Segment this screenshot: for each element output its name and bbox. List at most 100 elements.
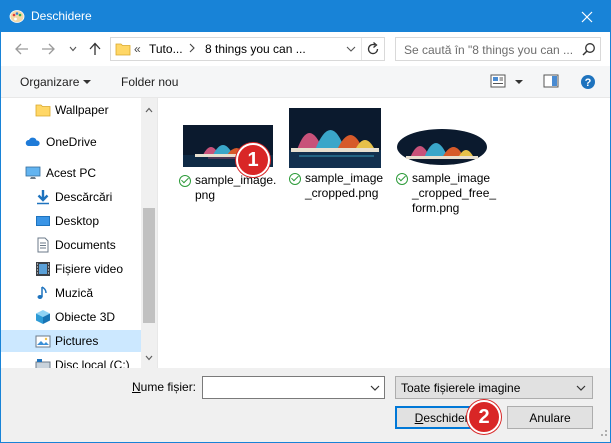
title-bar: Deschidere — [1, 1, 610, 32]
navigation-scrollbar[interactable] — [141, 98, 157, 368]
sidebar-item-onedrive[interactable]: OneDrive — [1, 131, 141, 153]
file-type-select[interactable]: Toate fișierele imagine — [395, 376, 593, 399]
sidebar-item-local-disk[interactable]: Disc local (C:) — [1, 354, 141, 368]
file-list: sample_image. png sample_image _cropped.… — [158, 98, 610, 368]
desktop-icon — [35, 213, 51, 229]
filename-label: Nume fișier: — [132, 380, 197, 394]
new-folder-button[interactable]: Folder nou — [121, 75, 178, 89]
computer-icon — [25, 165, 41, 181]
annotation-badge-1: 1 — [236, 143, 270, 177]
view-layout-icon — [490, 74, 506, 88]
paint-palette-icon — [9, 8, 25, 24]
pictures-icon — [35, 333, 51, 349]
file-name-line2: png — [195, 188, 216, 202]
image-thumbnail — [397, 129, 487, 165]
file-name-line3: form.png — [412, 201, 460, 215]
documents-icon — [35, 237, 51, 253]
navigation-pane: Wallpaper OneDrive Acest PC Descărcări D… — [1, 98, 157, 368]
chevron-down-icon[interactable] — [370, 382, 380, 396]
breadcrumb-separator-icon — [189, 42, 195, 56]
command-bar: Organizare Folder nou ? — [1, 66, 610, 98]
file-item[interactable]: sample_image _cropped_free_ form.png — [395, 118, 505, 228]
sync-status-icon — [179, 175, 191, 187]
annotation-badge-2: 2 — [467, 400, 501, 434]
back-arrow-icon — [15, 43, 28, 55]
dialog-footer: Nume fișier: Toate fișierele imagine Des… — [1, 368, 610, 442]
sidebar-item-this-pc[interactable]: Acest PC — [1, 162, 141, 184]
divider — [361, 38, 362, 60]
organize-button[interactable]: Organizare — [20, 75, 79, 89]
back-button[interactable] — [13, 40, 31, 58]
sidebar-item-3d-objects[interactable]: Obiecte 3D — [1, 306, 141, 328]
close-button[interactable] — [564, 1, 610, 32]
folder-icon — [115, 41, 131, 60]
sync-status-icon — [289, 173, 301, 185]
drive-icon — [35, 357, 51, 368]
sidebar-item-label: Pictures — [55, 334, 99, 348]
cancel-button[interactable]: Anulare — [507, 406, 593, 429]
sidebar-item-desktop[interactable]: Desktop — [1, 210, 141, 232]
scroll-up-icon[interactable] — [145, 102, 153, 116]
file-name: sample_image — [412, 171, 491, 185]
sidebar-item-label: OneDrive — [46, 135, 97, 149]
organize-caret-icon — [83, 80, 91, 84]
view-caret-icon[interactable] — [515, 80, 523, 84]
refresh-icon — [367, 42, 379, 55]
cube-icon — [35, 309, 51, 325]
sidebar-item-pictures[interactable]: Pictures — [1, 330, 141, 352]
up-button[interactable] — [86, 40, 104, 58]
sidebar-item-label: Fișiere video — [55, 262, 124, 276]
chevron-down-icon — [346, 46, 356, 52]
sidebar-item-videos[interactable]: Fișiere video — [1, 258, 141, 280]
address-bar[interactable]: « Tuto... 8 things you can ... — [110, 37, 385, 61]
view-options-button[interactable] — [490, 74, 506, 91]
sidebar-item-wallpaper[interactable]: Wallpaper — [1, 99, 141, 121]
scroll-down-icon[interactable] — [145, 350, 153, 364]
filename-field[interactable] — [202, 376, 385, 399]
sidebar-item-label: Documents — [55, 238, 116, 252]
video-icon — [35, 261, 51, 277]
breadcrumb-item[interactable]: Tuto... — [149, 42, 183, 56]
breadcrumb-item[interactable]: 8 things you can ... — [205, 42, 306, 56]
search-input[interactable]: Se caută în "8 things you can ... — [395, 37, 601, 61]
sync-status-icon — [396, 173, 408, 185]
sidebar-item-music[interactable]: Muzică — [1, 282, 141, 304]
chevron-down-icon — [69, 46, 77, 52]
file-name: sample_image. — [195, 173, 277, 187]
open-file-dialog: Deschidere « Tuto... 8 things you can ..… — [0, 0, 611, 443]
chevron-down-icon — [576, 382, 586, 396]
music-icon — [35, 285, 51, 301]
download-icon — [35, 189, 51, 205]
address-history-button[interactable] — [346, 41, 356, 60]
file-item[interactable]: sample_image _cropped.png — [286, 106, 386, 216]
sidebar-item-label: Wallpaper — [55, 103, 109, 117]
refresh-button[interactable] — [366, 41, 380, 60]
help-button[interactable]: ? — [580, 74, 596, 93]
sidebar-item-label: Obiecte 3D — [55, 310, 116, 324]
up-arrow-icon — [89, 42, 101, 55]
search-icon[interactable] — [582, 42, 596, 59]
navigation-bar: « Tuto... 8 things you can ... Se caută … — [1, 32, 610, 66]
scroll-thumb[interactable] — [143, 208, 155, 323]
preview-pane-icon — [543, 74, 559, 88]
sidebar-item-label: Muzică — [55, 286, 94, 300]
folder-icon — [35, 102, 51, 118]
svg-text:?: ? — [585, 77, 592, 89]
breadcrumb-overflow[interactable]: « — [134, 42, 141, 56]
sidebar-item-label: Acest PC — [46, 166, 97, 180]
sidebar-item-documents[interactable]: Documents — [1, 234, 141, 256]
preview-pane-button[interactable] — [543, 74, 559, 91]
forward-button[interactable] — [39, 40, 57, 58]
recent-locations-button[interactable] — [64, 40, 82, 58]
window-title: Deschidere — [31, 9, 92, 23]
resize-grip-icon[interactable] — [598, 426, 608, 440]
sidebar-item-label: Descărcări — [55, 190, 113, 204]
help-icon: ? — [581, 75, 595, 89]
sidebar-item-label: Disc local (C:) — [55, 358, 130, 368]
forward-arrow-icon — [42, 43, 55, 55]
search-placeholder: Se caută în "8 things you can ... — [404, 43, 574, 57]
file-name-line2: _cropped_free_ — [412, 186, 497, 200]
image-thumbnail — [289, 108, 381, 168]
sidebar-item-downloads[interactable]: Descărcări — [1, 186, 141, 208]
file-name-line2: _cropped.png — [305, 186, 379, 200]
